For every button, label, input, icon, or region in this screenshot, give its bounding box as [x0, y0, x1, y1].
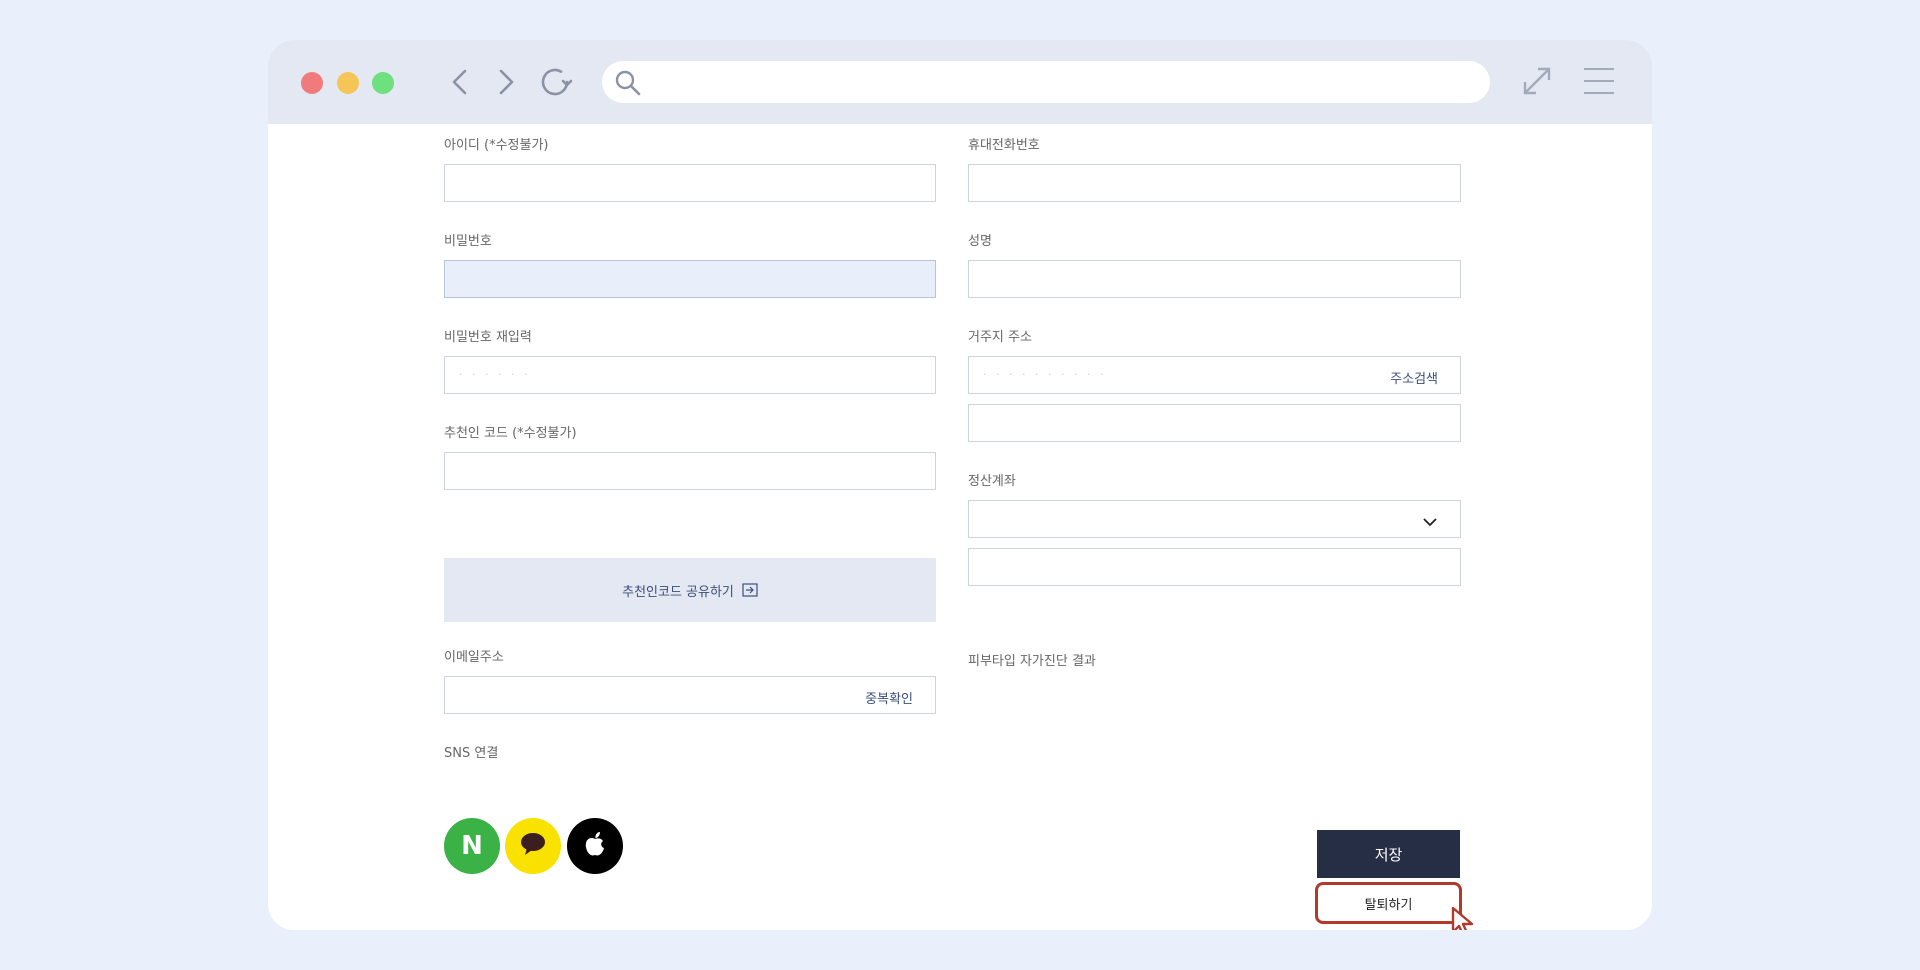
withdraw-button[interactable]: 탈퇴하기 — [1315, 882, 1462, 924]
address-faint-value: · · · · · · · · · · — [983, 368, 1107, 381]
share-referral-label: 추천인코드 공유하기 — [622, 584, 734, 600]
password-confirm-field[interactable]: · · · · · · — [444, 356, 936, 394]
back-arrow-icon[interactable] — [440, 62, 480, 102]
password-field[interactable] — [444, 260, 936, 298]
close-window-button[interactable] — [301, 72, 323, 94]
minimize-window-button[interactable] — [337, 72, 359, 94]
pointer-cursor-icon — [1449, 906, 1477, 930]
naver-icon: N — [461, 831, 483, 861]
name-input[interactable] — [969, 261, 1460, 297]
email-field[interactable]: 중복확인 — [444, 676, 936, 714]
referral-label: 추천인 코드 (*수정불가) — [444, 426, 577, 441]
email-duplicate-check-button[interactable]: 중복확인 — [865, 688, 913, 707]
browser-toolbar — [268, 40, 1652, 124]
phone-field[interactable] — [968, 164, 1461, 202]
name-label: 성명 — [968, 234, 992, 249]
account-label: 정산계좌 — [968, 474, 1016, 489]
naver-login-button[interactable]: N — [444, 818, 500, 874]
maximize-window-button[interactable] — [372, 72, 394, 94]
email-label: 이메일주소 — [444, 650, 504, 665]
kakao-speech-bubble-icon — [519, 832, 547, 860]
masked-value: · · · · · · — [459, 368, 531, 381]
expand-icon[interactable] — [1520, 64, 1554, 102]
password-confirm-label: 비밀번호 재입력 — [444, 330, 532, 345]
browser-window: 아이디 (*수정불가) 비밀번호 비밀번호 재입력 · · · · · · 추천… — [268, 40, 1652, 930]
address-detail-field[interactable] — [968, 404, 1461, 442]
phone-input[interactable] — [969, 165, 1460, 201]
share-referral-button[interactable]: 추천인코드 공유하기 — [444, 558, 936, 622]
share-icon — [742, 583, 758, 597]
apple-login-button[interactable] — [567, 818, 623, 874]
address-detail-input[interactable] — [969, 405, 1460, 441]
account-number-field[interactable] — [968, 548, 1461, 586]
sns-label: SNS 연결 — [444, 746, 499, 761]
address-field[interactable]: · · · · · · · · · · 주소검색 — [968, 356, 1461, 394]
address-input[interactable] — [652, 67, 1476, 99]
password-input[interactable] — [445, 261, 935, 297]
phone-label: 휴대전화번호 — [968, 138, 1040, 153]
account-number-input[interactable] — [969, 549, 1460, 585]
kakao-login-button[interactable] — [505, 818, 561, 874]
hamburger-menu-icon[interactable] — [1582, 66, 1616, 100]
password-label: 비밀번호 — [444, 234, 492, 249]
bank-select[interactable] — [968, 500, 1461, 538]
chevron-down-icon — [1422, 513, 1438, 532]
email-input[interactable] — [445, 677, 935, 713]
referral-field[interactable] — [444, 452, 936, 490]
skin-type-label: 피부타입 자가진단 결과 — [968, 654, 1096, 669]
profile-edit-form: 아이디 (*수정불가) 비밀번호 비밀번호 재입력 · · · · · · 추천… — [268, 124, 1652, 930]
id-label: 아이디 (*수정불가) — [444, 138, 549, 153]
address-label: 거주지 주소 — [968, 330, 1032, 345]
id-input[interactable] — [445, 165, 935, 201]
id-field[interactable] — [444, 164, 936, 202]
save-button[interactable]: 저장 — [1317, 830, 1460, 878]
search-icon — [614, 69, 642, 101]
forward-arrow-icon[interactable] — [486, 62, 526, 102]
address-bar[interactable] — [602, 61, 1490, 103]
name-field[interactable] — [968, 260, 1461, 298]
referral-input[interactable] — [445, 453, 935, 489]
address-search-button[interactable]: 주소검색 — [1390, 368, 1438, 387]
apple-icon — [583, 830, 607, 862]
reload-icon[interactable] — [536, 62, 576, 102]
